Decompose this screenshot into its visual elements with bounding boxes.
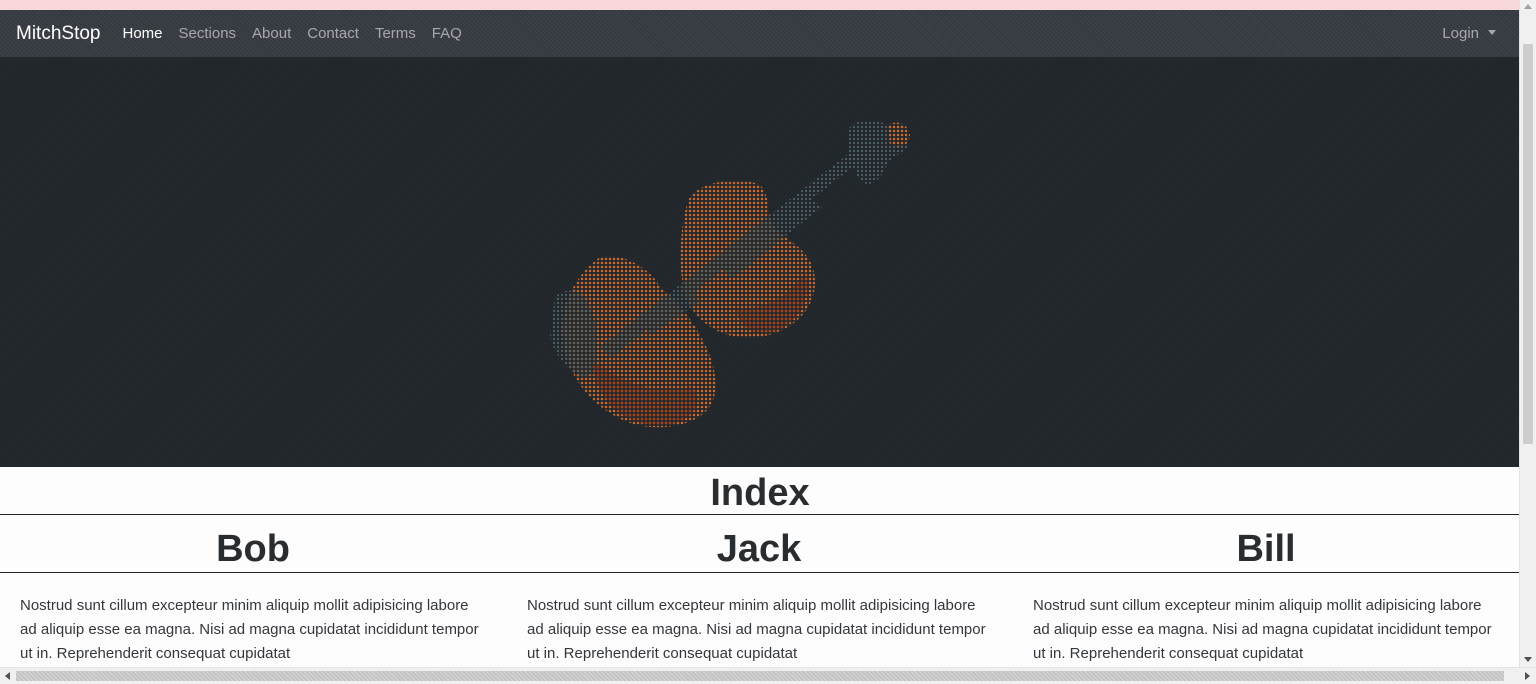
column-text-jack: Nostrud sunt cillum excepteur minim aliq… bbox=[527, 597, 986, 662]
browser-top-strip bbox=[0, 0, 1536, 10]
column-title-jack: Jack bbox=[716, 528, 802, 570]
hero-banner bbox=[0, 57, 1520, 467]
nav-link-sections[interactable]: Sections bbox=[171, 25, 245, 42]
nav-link-home[interactable]: Home bbox=[114, 25, 170, 42]
nav-link-about[interactable]: About bbox=[244, 25, 299, 42]
page-title: Index bbox=[0, 467, 1520, 515]
vertical-scroll-thumb[interactable] bbox=[1523, 44, 1533, 444]
horizontal-scroll-thumb[interactable] bbox=[16, 671, 1504, 681]
login-label: Login bbox=[1442, 25, 1479, 42]
nav-link-contact[interactable]: Contact bbox=[299, 25, 367, 42]
navbar: MitchStop Home Sections About Contact Te… bbox=[0, 10, 1520, 57]
caret-down-icon bbox=[1488, 29, 1496, 35]
scroll-down-icon[interactable] bbox=[1524, 657, 1532, 662]
scroll-up-icon[interactable] bbox=[1524, 4, 1532, 9]
column-headers: Bob Jack Bill bbox=[0, 515, 1520, 573]
login-dropdown[interactable]: Login bbox=[1442, 10, 1496, 57]
scroll-right-icon[interactable] bbox=[1525, 672, 1530, 680]
scroll-left-icon[interactable] bbox=[5, 672, 10, 680]
column-text-bob: Nostrud sunt cillum excepteur minim aliq… bbox=[20, 597, 479, 662]
nav-links: Home Sections About Contact Terms FAQ bbox=[114, 25, 469, 42]
brand-link[interactable]: MitchStop bbox=[16, 23, 100, 45]
column-text-bill: Nostrud sunt cillum excepteur minim aliq… bbox=[1033, 597, 1492, 662]
horizontal-scrollbar[interactable] bbox=[0, 667, 1536, 684]
nav-link-faq[interactable]: FAQ bbox=[424, 25, 470, 42]
column-title-bill: Bill bbox=[1236, 528, 1296, 570]
column-title-bob: Bob bbox=[216, 528, 290, 570]
vertical-scrollbar[interactable] bbox=[1519, 0, 1536, 668]
nav-link-terms[interactable]: Terms bbox=[367, 25, 424, 42]
violin-dotted-image bbox=[550, 120, 910, 428]
